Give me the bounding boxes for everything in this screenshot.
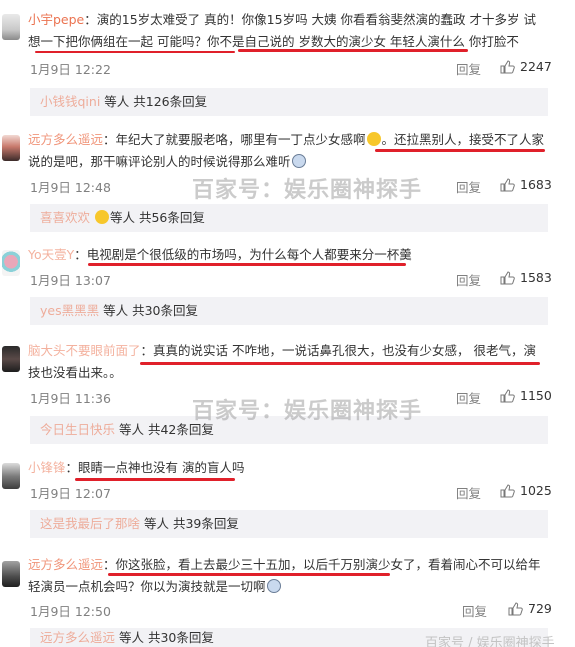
avatar[interactable] [2, 561, 20, 587]
reply-summary-user[interactable]: 远方多么遥远 [40, 630, 115, 645]
comment-date: 1月9日 12:22 [30, 62, 111, 77]
comment-meta: 1月9日 13:07 回复 1583 [30, 270, 552, 289]
comment-date: 1月9日 13:07 [30, 273, 111, 288]
reply-summary-text: 等人 共126条回复 [104, 94, 208, 109]
reply-button[interactable]: 回复 [462, 601, 487, 620]
highlight-underline [35, 51, 235, 53]
reply-summary-text: 等人 共30条回复 [103, 303, 198, 318]
thumbs-up-icon [500, 178, 515, 192]
colon-separator: ： [103, 132, 116, 147]
like-count: 1683 [520, 177, 552, 192]
comment-text: 远方多么遥远：你这张脸，看上去最少三十五加，以后千万别演少女了，看着闹心不可以给… [28, 554, 548, 598]
like-count: 1583 [520, 270, 552, 285]
comment-date: 1月9日 12:50 [30, 604, 111, 619]
avatar[interactable] [2, 346, 20, 372]
thumbs-up-icon [500, 484, 515, 498]
like-count: 729 [528, 601, 552, 616]
reply-summary[interactable]: yes黑黑黑 等人 共30条回复 [30, 297, 548, 325]
highlight-underline [88, 263, 406, 266]
highlight-underline [75, 478, 235, 481]
watermark: 百家号：娱乐圈神探手 [192, 178, 423, 203]
highlight-underline [140, 362, 540, 365]
reply-summary-user[interactable]: 喜喜欢欢 [40, 210, 90, 225]
comment-text: 小锋锋：眼睛一点神也没有 演的盲人吗 [28, 457, 548, 479]
corner-watermark: 百家号 / 娱乐圈神探手 [425, 636, 555, 647]
smile-emoji-icon [366, 132, 381, 146]
comment-username[interactable]: 小锋锋 [28, 460, 66, 475]
highlight-underline [238, 49, 468, 52]
reply-button[interactable]: 回复 [456, 270, 481, 289]
highlight-underline [108, 573, 390, 576]
reply-summary-user[interactable]: yes黑黑黑 [40, 303, 99, 318]
avatar[interactable] [2, 250, 20, 276]
reply-summary-text: 等人 共30条回复 [119, 630, 214, 645]
reply-button[interactable]: 回复 [456, 483, 481, 502]
reply-summary[interactable]: 小钱钱qini 等人 共126条回复 [30, 88, 548, 116]
comment-username[interactable]: 远方多么遥远 [28, 557, 103, 572]
reply-emoji-icon [95, 210, 109, 224]
comment-username[interactable]: 远方多么遥远 [28, 132, 103, 147]
comment-body: 演的15岁太难受了 真的！你像15岁吗 大姨 你看看翁斐然演的蠢政 才十多岁 试… [28, 12, 536, 49]
avatar[interactable] [2, 135, 20, 161]
comment-date: 1月9日 12:07 [30, 486, 111, 501]
highlight-underline [375, 149, 545, 152]
avatar[interactable] [2, 463, 20, 489]
comment-username[interactable]: 脑大头不要眼前面了 [28, 343, 141, 358]
colon-separator: ： [140, 343, 154, 358]
face-emoji-icon [291, 154, 306, 168]
reply-summary-user[interactable]: 小钱钱qini [40, 94, 100, 109]
watermark: 百家号：娱乐圈神探手 [192, 399, 423, 424]
comment-meta: 1月9日 12:50 回复 729 [30, 601, 552, 620]
like-count: 2247 [520, 59, 552, 74]
comment-meta: 1月9日 12:07 回复 1025 [30, 483, 552, 502]
colon-separator: ： [84, 12, 97, 27]
colon-separator: ： [65, 460, 79, 475]
comment-body: 电视剧是个很低级的市场吗，为什么每个人都要来分一杯羹 [86, 247, 412, 262]
thumbs-up-icon [500, 60, 515, 74]
reply-summary-user[interactable]: 这是我最后了那啥 [40, 516, 140, 531]
face-emoji-icon [266, 579, 281, 593]
comment-date: 1月9日 12:48 [30, 180, 111, 195]
reply-summary-text: 等人 共39条回复 [144, 516, 239, 531]
comment-username[interactable]: Yo天壹Y [28, 247, 74, 262]
like-count: 1150 [520, 388, 552, 403]
comment-body: 年纪大了就要服老咯，哪里有一丁点少女感啊 [115, 132, 366, 147]
reply-summary-text: 等人 共56条回复 [110, 210, 205, 225]
comment-body: 眼睛一点神也没有 演的盲人吗 [78, 460, 245, 475]
comment-date: 1月9日 11:36 [30, 391, 111, 406]
reply-summary[interactable]: 喜喜欢欢 等人 共56条回复 [30, 204, 548, 232]
reply-summary[interactable]: 这是我最后了那啥 等人 共39条回复 [30, 510, 548, 538]
avatar[interactable] [2, 14, 20, 40]
thumbs-up-icon [500, 389, 515, 403]
colon-separator: ： [103, 557, 116, 572]
colon-separator: ： [74, 247, 87, 262]
thumbs-up-icon [508, 602, 523, 616]
thumbs-up-icon [500, 271, 515, 285]
comment-username[interactable]: 小宇pepe [28, 12, 84, 27]
reply-button[interactable]: 回复 [456, 177, 481, 196]
reply-button[interactable]: 回复 [456, 59, 481, 78]
comment-text: 小宇pepe：演的15岁太难受了 真的！你像15岁吗 大姨 你看看翁斐然演的蠢政… [28, 9, 548, 53]
like-count: 1025 [520, 483, 552, 498]
comment-meta: 1月9日 12:22 回复 2247 [30, 59, 552, 78]
reply-summary-user[interactable]: 今日生日快乐 [40, 422, 115, 437]
reply-button[interactable]: 回复 [456, 388, 481, 407]
